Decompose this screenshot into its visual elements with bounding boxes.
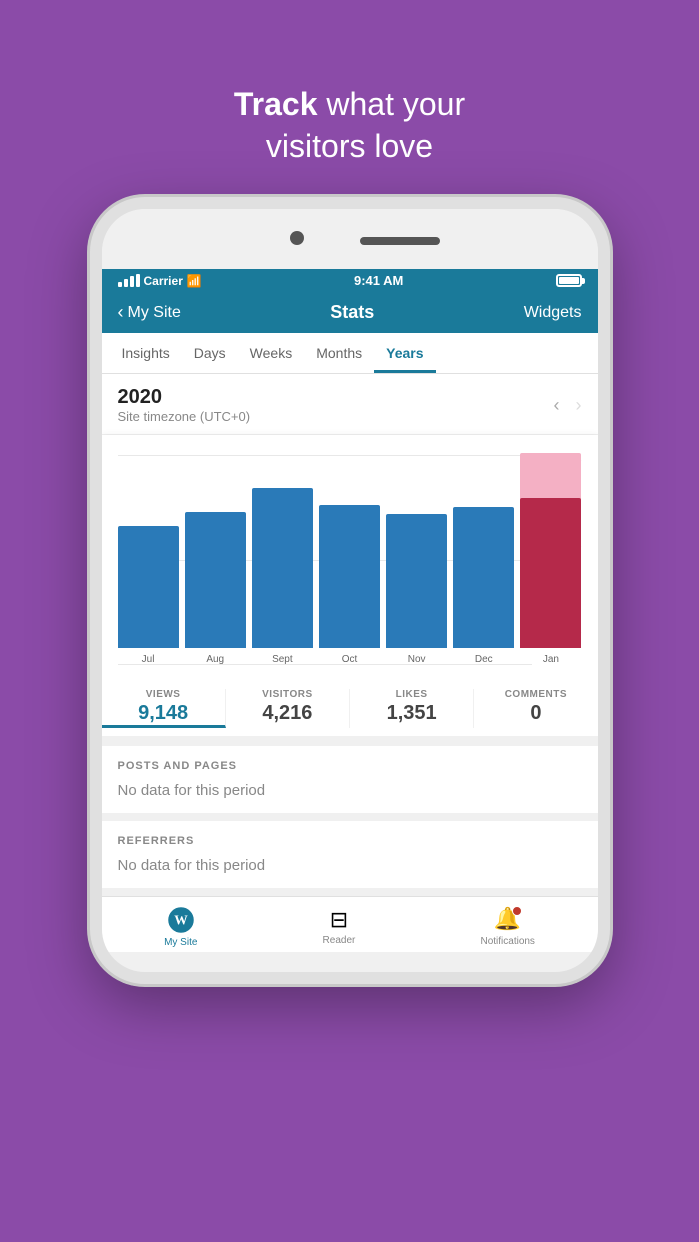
visitors-label: VISITORS	[226, 689, 349, 700]
reader-icon: ⊟	[330, 907, 348, 933]
stat-views[interactable]: VIEWS 9,148	[102, 689, 226, 728]
bottom-tab-reader[interactable]: ⊟ Reader	[323, 907, 356, 946]
hero-text2: visitors love	[266, 128, 433, 164]
page-title: Stats	[330, 302, 374, 323]
date-navigation: ‹ ›	[554, 395, 582, 416]
bar-sept-label: Sept	[272, 654, 293, 665]
posts-section: POSTS AND PAGES No data for this period	[102, 746, 598, 813]
bar-oct-label: Oct	[342, 654, 358, 665]
timezone-label: Site timezone (UTC+0)	[118, 409, 251, 424]
mysite-tab-label: My Site	[164, 937, 197, 948]
bar-dec: Dec	[453, 507, 514, 665]
comments-value: 0	[474, 702, 597, 725]
referrers-section-title: REFERRERS	[118, 835, 582, 847]
bar-nov: Nov	[386, 514, 447, 665]
wifi-icon: 📶	[187, 274, 202, 288]
date-header: 2020 Site timezone (UTC+0) ‹ ›	[102, 374, 598, 435]
views-value: 9,148	[102, 702, 225, 725]
tab-weeks[interactable]: Weeks	[238, 333, 305, 373]
phone-camera	[290, 231, 304, 245]
bar-aug-label: Aug	[206, 654, 224, 665]
tab-years[interactable]: Years	[374, 333, 435, 373]
status-left: Carrier 📶	[118, 274, 202, 288]
year-label: 2020	[118, 386, 251, 409]
carrier-label: Carrier	[144, 274, 183, 288]
svg-text:W: W	[174, 913, 188, 928]
hero-bold: Track	[234, 86, 318, 122]
chart-bars: Jul Aug Sept Oct	[118, 455, 582, 665]
prev-button[interactable]: ‹	[554, 395, 560, 416]
phone-notch	[102, 209, 598, 269]
chart-area: Jul Aug Sept Oct	[118, 455, 582, 665]
nav-bar: ‹ My Site Stats Widgets	[102, 292, 598, 333]
bar-jan-label: Jan	[543, 654, 559, 665]
bar-aug: Aug	[185, 512, 246, 665]
bar-jul-label: Jul	[142, 654, 155, 665]
status-right	[556, 274, 582, 287]
tabs-bar: Insights Days Weeks Months Years	[102, 333, 598, 374]
phone-speaker	[360, 237, 440, 245]
back-label: My Site	[128, 304, 181, 322]
reader-tab-label: Reader	[323, 935, 356, 946]
stat-likes[interactable]: LIKES 1,351	[350, 689, 474, 728]
likes-value: 1,351	[350, 702, 473, 725]
back-button[interactable]: ‹ My Site	[118, 302, 181, 323]
bar-jul: Jul	[118, 526, 179, 665]
hero-section: Track what your visitors love	[234, 44, 465, 167]
notifications-tab-label: Notifications	[480, 936, 534, 947]
referrers-section: REFERRERS No data for this period	[102, 821, 598, 888]
tab-days[interactable]: Days	[182, 333, 238, 373]
bar-nov-label: Nov	[408, 654, 426, 665]
referrers-empty-msg: No data for this period	[118, 857, 582, 874]
next-button[interactable]: ›	[576, 395, 582, 416]
signal-icon	[118, 274, 140, 287]
bottom-tab-mysite[interactable]: W My Site	[164, 905, 197, 948]
comments-label: COMMENTS	[474, 689, 597, 700]
tab-months[interactable]: Months	[304, 333, 374, 373]
widgets-button[interactable]: Widgets	[524, 304, 582, 322]
chart-container: Jul Aug Sept Oct	[102, 435, 598, 675]
bar-oct: Oct	[319, 505, 380, 665]
stat-visitors[interactable]: VISITORS 4,216	[226, 689, 350, 728]
bottom-tab-bar: W My Site ⊟ Reader 🔔 Notifications	[102, 896, 598, 952]
views-label: VIEWS	[102, 689, 225, 700]
notification-badge	[512, 906, 522, 916]
status-time: 9:41 AM	[354, 273, 403, 288]
stats-row: VIEWS 9,148 VISITORS 4,216 LIKES 1,351 C…	[102, 675, 598, 738]
bar-sept: Sept	[252, 488, 313, 665]
back-chevron-icon: ‹	[118, 302, 124, 323]
wordpress-icon: W	[166, 905, 196, 935]
status-bar: Carrier 📶 9:41 AM	[102, 269, 598, 292]
bar-jan: Jan	[520, 456, 581, 665]
notifications-icon-wrap: 🔔	[494, 906, 522, 934]
stat-comments[interactable]: COMMENTS 0	[474, 689, 597, 728]
likes-label: LIKES	[350, 689, 473, 700]
bar-dec-label: Dec	[475, 654, 493, 665]
tab-insights[interactable]: Insights	[110, 333, 182, 373]
visitors-value: 4,216	[226, 702, 349, 725]
hero-text1: what your	[326, 86, 465, 122]
posts-section-title: POSTS AND PAGES	[118, 760, 582, 772]
posts-empty-msg: No data for this period	[118, 782, 582, 799]
bottom-tab-notifications[interactable]: 🔔 Notifications	[480, 906, 534, 947]
phone-frame: Carrier 📶 9:41 AM ‹ My Site Stats Widget…	[90, 197, 610, 984]
battery-icon	[556, 274, 582, 287]
date-info: 2020 Site timezone (UTC+0)	[118, 386, 251, 424]
